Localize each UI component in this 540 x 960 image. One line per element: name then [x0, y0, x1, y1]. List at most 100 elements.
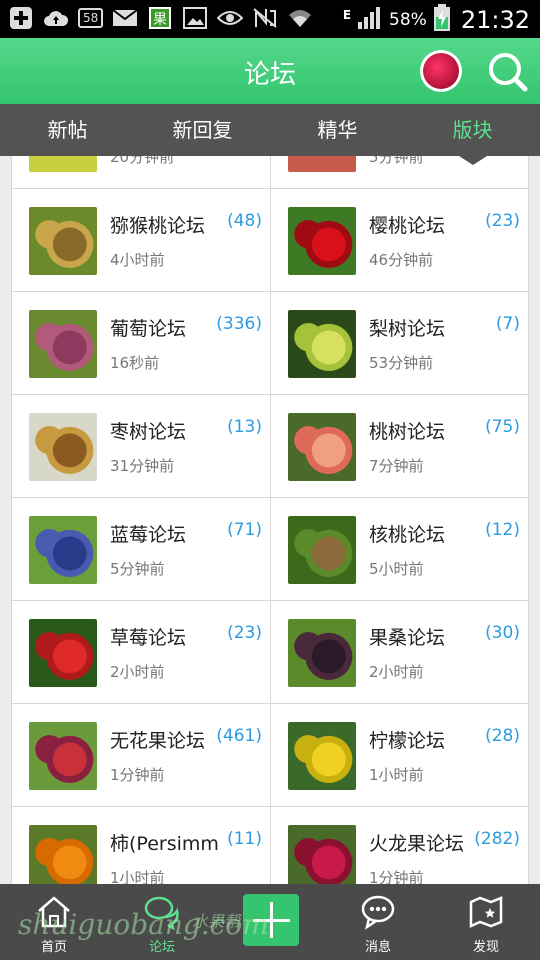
- notification-count-badge: 58: [78, 8, 104, 28]
- forum-thumbnail: [29, 156, 97, 172]
- forum-last-update: 5小时前: [369, 560, 424, 578]
- forum-name: 枣树论坛: [110, 421, 187, 443]
- battery-charging-icon: [433, 4, 451, 36]
- forum-card[interactable]: 柠檬论坛 (28) 1小时前: [270, 704, 528, 806]
- forum-post-count: (75): [485, 417, 520, 437]
- nav-new-post[interactable]: [216, 884, 324, 960]
- message-icon: [361, 895, 395, 930]
- fig-thumbnail: [29, 722, 97, 790]
- tab-sections[interactable]: 版块: [405, 104, 540, 156]
- mulberry-thumbnail: [288, 619, 356, 687]
- forum-name: 柠檬论坛: [369, 730, 446, 752]
- nav-label: 论坛: [148, 940, 175, 955]
- tab-new-posts[interactable]: 新帖: [0, 104, 135, 156]
- walnut-thumbnail: [288, 516, 356, 584]
- forum-row: 猕猴桃论坛 (48) 4小时前 樱桃论坛 (23) 46分钟前: [12, 189, 528, 292]
- forum-card[interactable]: 核桃论坛 (12) 5小时前: [270, 498, 528, 600]
- forum-name: 果桑论坛: [369, 627, 446, 649]
- signal-icon: [357, 6, 383, 34]
- forum-post-count: (48): [227, 211, 262, 231]
- clock: 21:32: [460, 6, 530, 34]
- home-icon: [38, 896, 70, 928]
- forum-card[interactable]: 草莓论坛 (23) 2小时前: [12, 601, 270, 703]
- forum-card[interactable]: 20分钟前: [12, 156, 270, 188]
- forum-post-count: (13): [227, 417, 262, 437]
- forum-post-count: (7): [495, 314, 520, 334]
- persimmon-thumbnail: [29, 825, 97, 884]
- forum-post-count: (11): [227, 829, 262, 849]
- avatar[interactable]: [420, 50, 462, 92]
- forum-last-update: 20分钟前: [110, 156, 175, 166]
- mail-icon: [112, 6, 138, 30]
- forum-section-grid[interactable]: 20分钟前 5分钟前 猕猴桃论坛 (48) 4小时前 樱桃论坛 (23) 46分钟前 葡萄论…: [11, 156, 529, 884]
- nav-messages[interactable]: 消息: [324, 884, 432, 960]
- forum-post-count: (23): [227, 623, 262, 643]
- jujube-thumbnail: [29, 413, 97, 481]
- forum-card[interactable]: 果桑论坛 (30) 2小时前: [270, 601, 528, 703]
- search-button[interactable]: [486, 50, 530, 94]
- eye-icon: [217, 6, 244, 30]
- tab-featured[interactable]: 精华: [270, 104, 405, 156]
- peach-thumbnail: [288, 413, 356, 481]
- forum-card[interactable]: 5分钟前: [270, 156, 528, 188]
- wifi-icon: [287, 6, 313, 30]
- forum-row: 葡萄论坛 (336) 16秒前 梨树论坛 (7) 53分钟前: [12, 292, 528, 395]
- nav-home[interactable]: 首页: [0, 884, 108, 960]
- bottom-nav: 首页 论坛 消息 发现: [0, 884, 540, 960]
- forum-name: 火龙果论坛: [369, 833, 465, 855]
- forum-name: 草莓论坛: [110, 627, 187, 649]
- forum-card[interactable]: 猕猴桃论坛 (48) 4小时前: [12, 189, 270, 291]
- forum-last-update: 1分钟前: [369, 869, 424, 884]
- tab-bar: 新帖 新回复 精华 版块: [0, 104, 540, 156]
- add-notification-icon: [8, 6, 34, 30]
- pear-thumbnail: [288, 310, 356, 378]
- forum-name: 桃树论坛: [369, 421, 446, 443]
- forum-last-update: 5分钟前: [110, 560, 165, 578]
- forum-row: 柿(Persimm (11) 1小时前 火龙果论坛 (282) 1分钟前: [12, 807, 528, 884]
- forum-card[interactable]: 蓝莓论坛 (71) 5分钟前: [12, 498, 270, 600]
- tab-new-replies[interactable]: 新回复: [135, 104, 270, 156]
- nav-discover[interactable]: 发现: [432, 884, 540, 960]
- forum-last-update: 16秒前: [110, 354, 160, 372]
- cherry-thumbnail: [288, 207, 356, 275]
- search-icon: [489, 53, 528, 92]
- forum-name: 猕猴桃论坛: [110, 215, 206, 237]
- forum-icon: [144, 896, 179, 930]
- forum-card[interactable]: 樱桃论坛 (23) 46分钟前: [270, 189, 528, 291]
- partial-row: 20分钟前 5分钟前: [12, 156, 528, 189]
- active-tab-indicator: [459, 156, 487, 165]
- forum-name: 蓝莓论坛: [110, 524, 187, 546]
- forum-name: 樱桃论坛: [369, 215, 446, 237]
- status-bar: 58 果 E 58% 21:32: [0, 0, 540, 38]
- forum-card[interactable]: 桃树论坛 (75) 7分钟前: [270, 395, 528, 497]
- blueberry-thumbnail: [29, 516, 97, 584]
- forum-row: 草莓论坛 (23) 2小时前 果桑论坛 (30) 2小时前: [12, 601, 528, 704]
- strawberry-thumbnail: [29, 619, 97, 687]
- nfc-icon: [252, 6, 278, 30]
- network-type-label: E: [342, 8, 352, 22]
- forum-name: 葡萄论坛: [110, 318, 187, 340]
- nav-forum[interactable]: 论坛: [108, 884, 216, 960]
- forum-last-update: 4小时前: [110, 251, 165, 269]
- kiwi-thumbnail: [29, 207, 97, 275]
- forum-name: 柿(Persimm: [110, 833, 219, 855]
- forum-card[interactable]: 无花果论坛 (461) 1分钟前: [12, 704, 270, 806]
- forum-name: 无花果论坛: [110, 730, 206, 752]
- forum-card[interactable]: 梨树论坛 (7) 53分钟前: [270, 292, 528, 394]
- forum-card[interactable]: 柿(Persimm (11) 1小时前: [12, 807, 270, 884]
- forum-post-count: (71): [227, 520, 262, 540]
- forum-card[interactable]: 火龙果论坛 (282) 1分钟前: [270, 807, 528, 884]
- forum-post-count: (282): [474, 829, 520, 849]
- forum-last-update: 2小时前: [110, 663, 165, 681]
- lemon-thumbnail: [288, 722, 356, 790]
- nav-label: 消息: [364, 940, 391, 955]
- cloud-upload-icon: [43, 6, 69, 30]
- forum-post-count: (461): [216, 726, 262, 746]
- nav-label: 首页: [40, 940, 67, 955]
- forum-card[interactable]: 枣树论坛 (13) 31分钟前: [12, 395, 270, 497]
- forum-name: 核桃论坛: [369, 524, 446, 546]
- title-bar: 论坛: [0, 38, 540, 104]
- forum-post-count: (336): [216, 314, 262, 334]
- forum-card[interactable]: 葡萄论坛 (336) 16秒前: [12, 292, 270, 394]
- forum-last-update: 53分钟前: [369, 354, 434, 372]
